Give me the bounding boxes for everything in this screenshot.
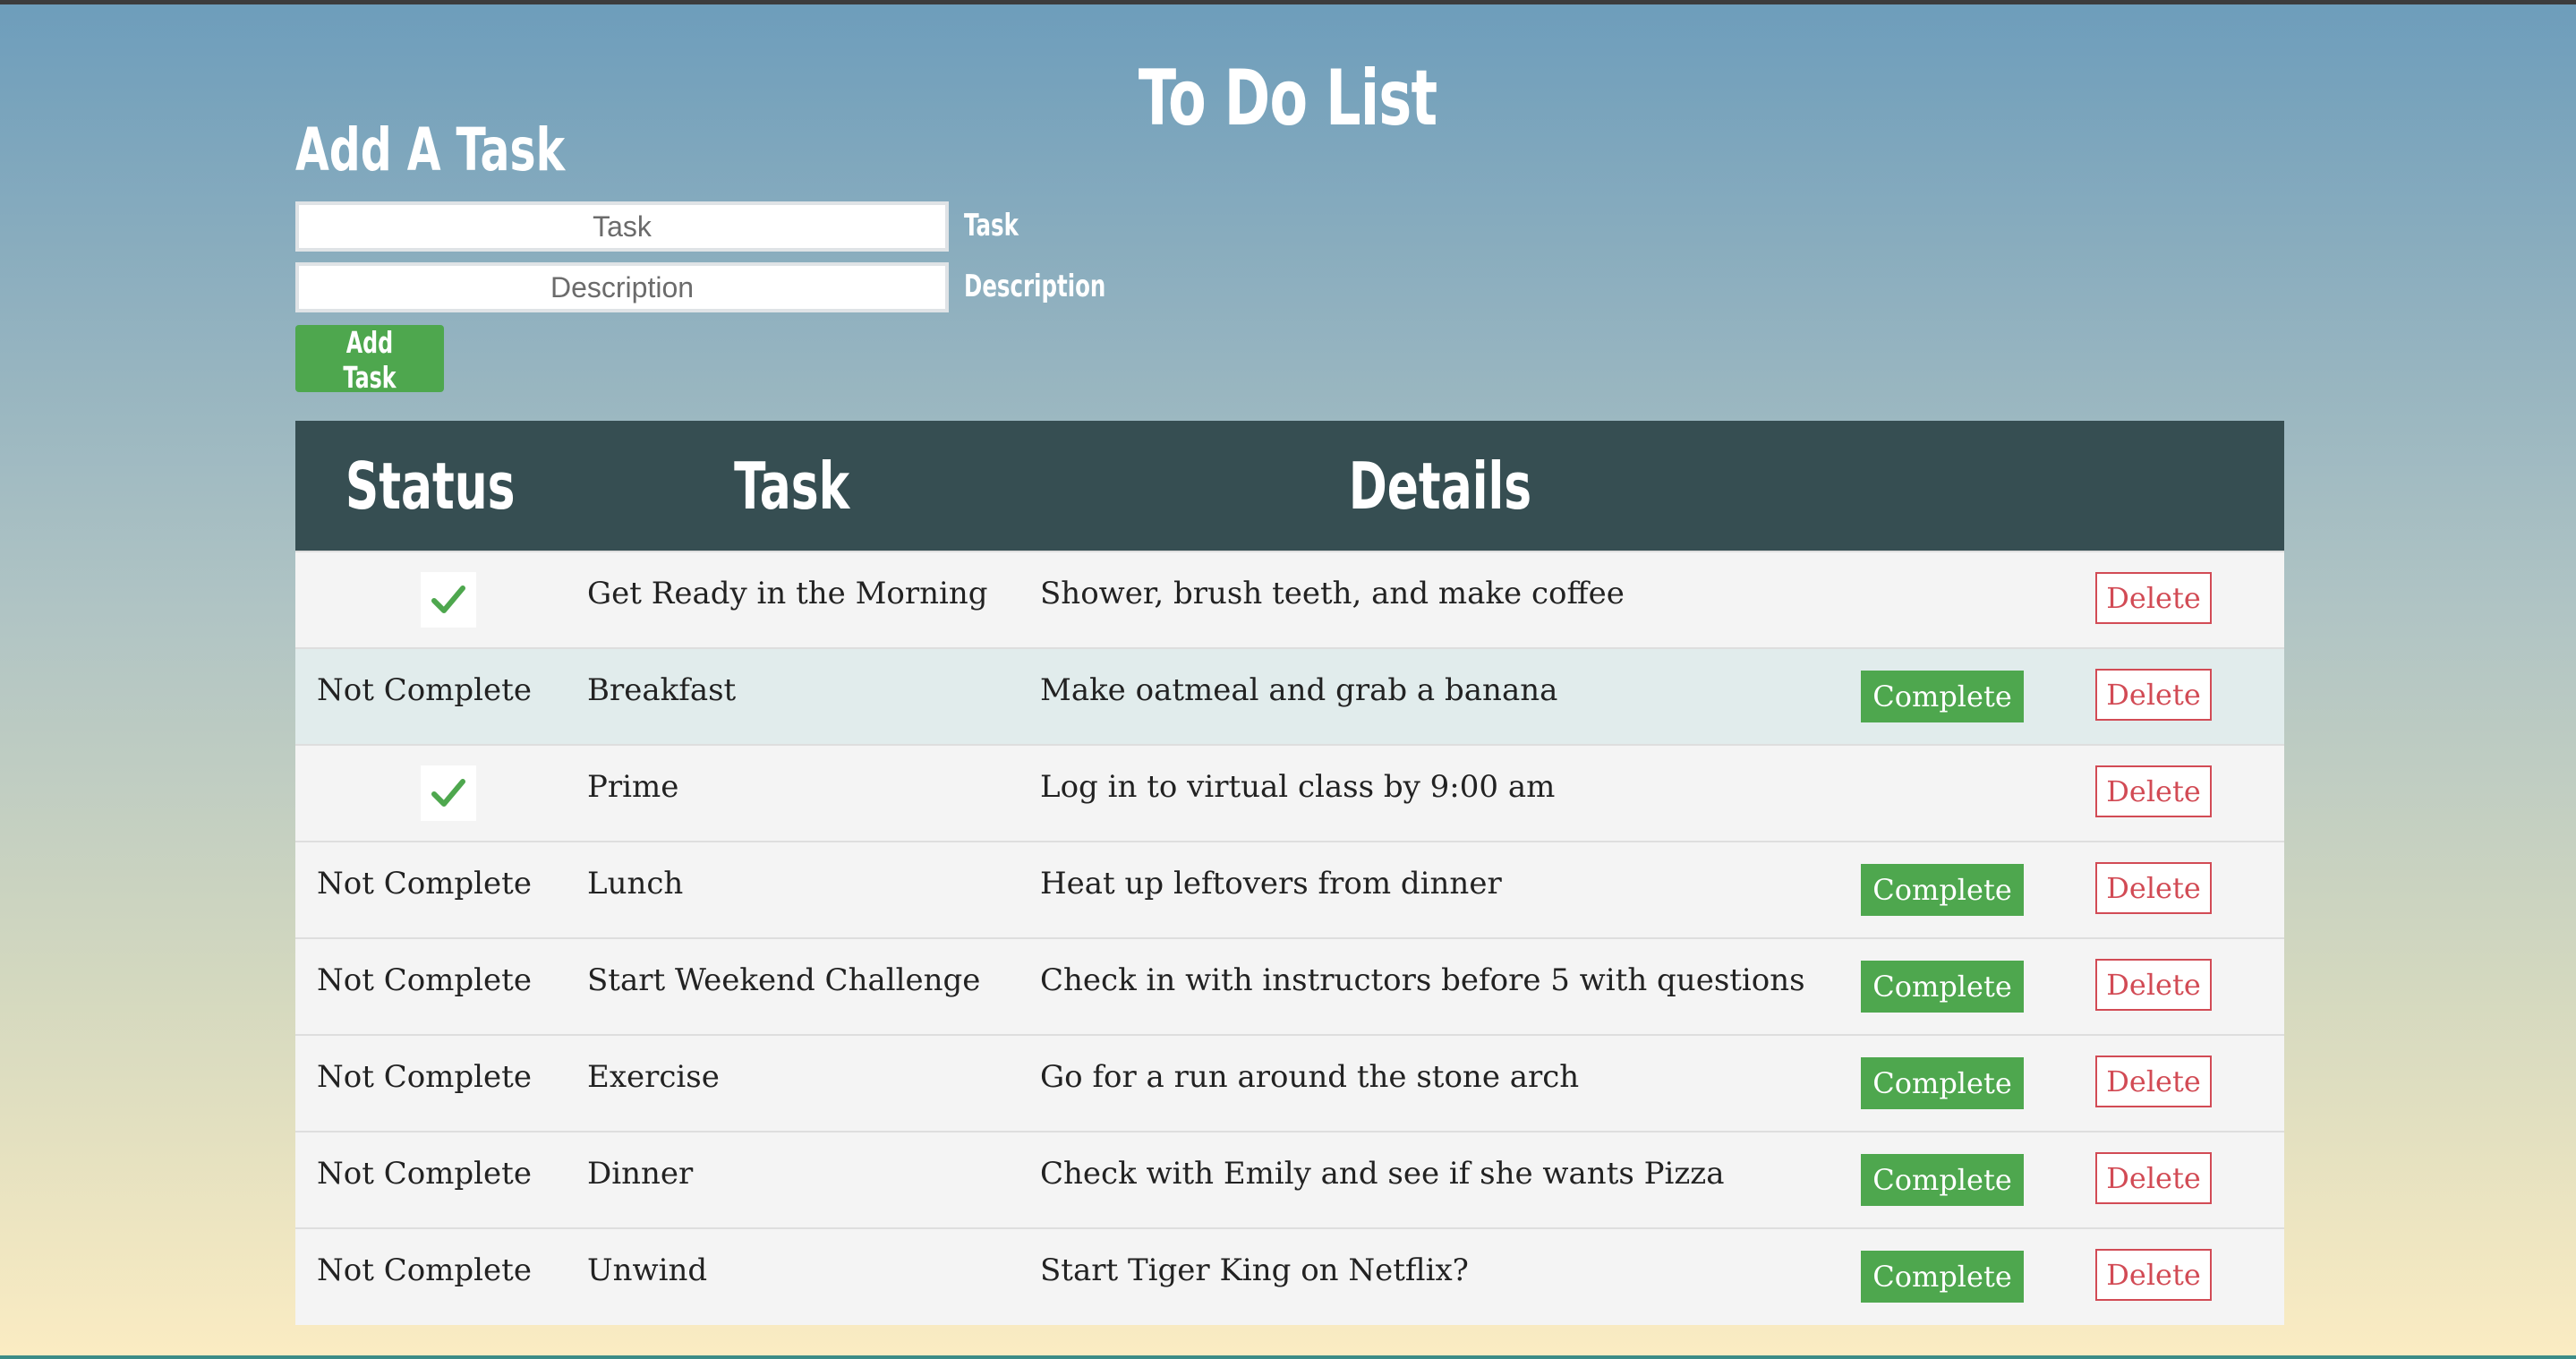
table-row: Not Complete Start Weekend Challenge Che… bbox=[295, 938, 2284, 1035]
task-column-header: Task bbox=[734, 448, 850, 524]
complete-cell: Complete bbox=[1861, 938, 2095, 1035]
complete-button[interactable]: Complete bbox=[1861, 1154, 2024, 1206]
window-top-edge bbox=[0, 0, 2576, 4]
delete-cell: Delete bbox=[2095, 842, 2284, 938]
details-cell: Check in with instructors before 5 with … bbox=[1040, 962, 1805, 998]
table-row: Not Complete Lunch Heat up leftovers fro… bbox=[295, 842, 2284, 938]
status-cell: Not Complete bbox=[317, 1059, 532, 1095]
complete-cell bbox=[1861, 551, 2095, 648]
delete-cell: Delete bbox=[2095, 1035, 2284, 1132]
delete-button[interactable]: Delete bbox=[2095, 862, 2212, 914]
details-column-header: Details bbox=[1348, 448, 1531, 524]
complete-button[interactable]: Complete bbox=[1861, 961, 2024, 1013]
details-cell: Make oatmeal and grab a banana bbox=[1040, 672, 1558, 708]
complete-cell: Complete bbox=[1861, 842, 2095, 938]
delete-cell: Delete bbox=[2095, 1228, 2284, 1325]
check-icon bbox=[421, 765, 476, 821]
table-row: Not Complete Unwind Start Tiger King on … bbox=[295, 1228, 2284, 1325]
table-row: Prime Log in to virtual class by 9:00 am… bbox=[295, 745, 2284, 842]
details-cell: Go for a run around the stone arch bbox=[1040, 1059, 1580, 1095]
task-cell: Get Ready in the Morning bbox=[587, 576, 988, 611]
add-task-heading: Add A Task bbox=[295, 115, 566, 184]
delete-button[interactable]: Delete bbox=[2095, 1152, 2212, 1204]
status-cell: Not Complete bbox=[317, 962, 532, 998]
task-cell: Dinner bbox=[587, 1156, 694, 1192]
status-cell: Not Complete bbox=[317, 1156, 532, 1192]
task-cell: Start Weekend Challenge bbox=[587, 962, 981, 998]
delete-column-header bbox=[2095, 421, 2284, 551]
complete-button[interactable]: Complete bbox=[1861, 671, 2024, 722]
status-column-header: Status bbox=[345, 448, 516, 524]
delete-button[interactable]: Delete bbox=[2095, 572, 2212, 624]
delete-cell: Delete bbox=[2095, 1132, 2284, 1228]
add-task-button[interactable]: Add Task bbox=[295, 325, 444, 395]
details-cell: Heat up leftovers from dinner bbox=[1040, 866, 1502, 902]
details-cell: Check with Emily and see if she wants Pi… bbox=[1040, 1156, 1725, 1192]
complete-column-header bbox=[1861, 421, 2095, 551]
details-cell: Log in to virtual class by 9:00 am bbox=[1040, 769, 1556, 805]
table-row: Not Complete Exercise Go for a run aroun… bbox=[295, 1035, 2284, 1132]
delete-cell: Delete bbox=[2095, 648, 2284, 745]
delete-button[interactable]: Delete bbox=[2095, 959, 2212, 1011]
task-field-label: Task bbox=[964, 208, 1019, 244]
complete-cell: Complete bbox=[1861, 1035, 2095, 1132]
table-row: Not Complete Breakfast Make oatmeal and … bbox=[295, 648, 2284, 745]
complete-button[interactable]: Complete bbox=[1861, 864, 2024, 916]
task-cell: Unwind bbox=[587, 1252, 708, 1288]
complete-button[interactable]: Complete bbox=[1861, 1057, 2024, 1109]
status-cell bbox=[295, 551, 566, 648]
description-input[interactable] bbox=[295, 262, 949, 312]
delete-cell: Delete bbox=[2095, 745, 2284, 842]
delete-cell: Delete bbox=[2095, 551, 2284, 648]
delete-button[interactable]: Delete bbox=[2095, 765, 2212, 817]
table-header-row: Status Task Details bbox=[295, 421, 2284, 551]
task-table: Status Task Details Get Ready in the Mor… bbox=[295, 421, 2284, 1325]
task-cell: Exercise bbox=[587, 1059, 720, 1095]
complete-cell: Complete bbox=[1861, 1228, 2095, 1325]
table-row: Not Complete Dinner Check with Emily and… bbox=[295, 1132, 2284, 1228]
details-cell: Shower, brush teeth, and make coffee bbox=[1040, 576, 1625, 611]
details-cell: Start Tiger King on Netflix? bbox=[1040, 1252, 1469, 1288]
check-icon bbox=[421, 572, 476, 628]
status-cell: Not Complete bbox=[317, 672, 532, 708]
delete-button[interactable]: Delete bbox=[2095, 669, 2212, 721]
status-cell: Not Complete bbox=[317, 866, 532, 902]
complete-button[interactable]: Complete bbox=[1861, 1251, 2024, 1303]
status-cell bbox=[295, 745, 566, 842]
delete-cell: Delete bbox=[2095, 938, 2284, 1035]
table-row: Get Ready in the Morning Shower, brush t… bbox=[295, 551, 2284, 648]
complete-cell: Complete bbox=[1861, 1132, 2095, 1228]
delete-button[interactable]: Delete bbox=[2095, 1056, 2212, 1107]
task-cell: Lunch bbox=[587, 866, 684, 902]
task-input[interactable] bbox=[295, 201, 949, 252]
window-bottom-edge bbox=[0, 1355, 2576, 1359]
task-cell: Breakfast bbox=[587, 672, 737, 708]
complete-cell bbox=[1861, 745, 2095, 842]
delete-button[interactable]: Delete bbox=[2095, 1249, 2212, 1301]
status-cell: Not Complete bbox=[317, 1252, 532, 1288]
task-cell: Prime bbox=[587, 769, 679, 805]
description-field-label: Description bbox=[964, 269, 1106, 304]
complete-cell: Complete bbox=[1861, 648, 2095, 745]
